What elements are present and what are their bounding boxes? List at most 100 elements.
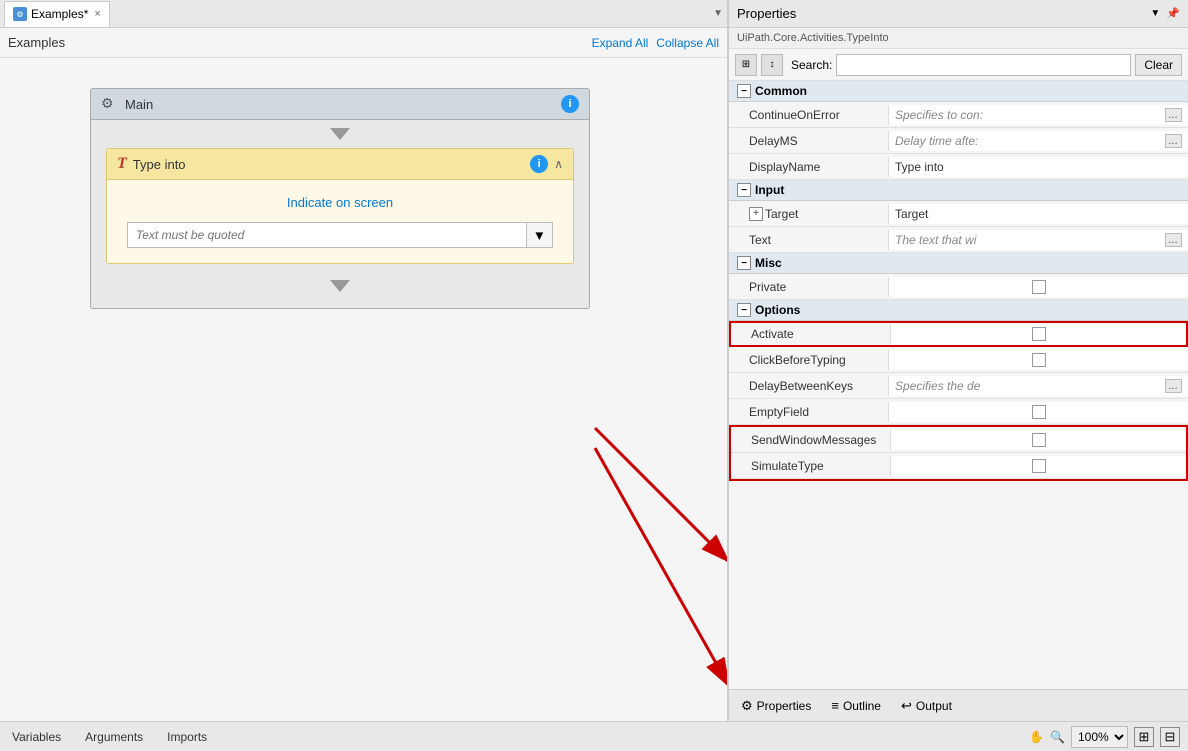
- canvas-area: ⚙ Main i T Type into i ∧: [0, 58, 727, 721]
- prop-row-delay-ms: DelayMS Delay time afte: ...: [729, 128, 1188, 154]
- properties-tab-label: Properties: [757, 699, 812, 713]
- output-tab-icon: ↩: [901, 698, 912, 714]
- expand-all-button[interactable]: Expand All: [592, 36, 649, 50]
- clear-button[interactable]: Clear: [1135, 54, 1182, 76]
- prop-name-text: Text: [729, 230, 889, 250]
- prop-ellipsis-delay-between-keys[interactable]: ...: [1165, 379, 1182, 393]
- prop-name-display-name: DisplayName: [729, 157, 889, 177]
- fit-selection-icon[interactable]: ⊟: [1160, 727, 1180, 747]
- prop-checkbox-empty-field[interactable]: [1032, 405, 1046, 419]
- main-container: ⚙ Examples* × ▼ Examples Expand All Coll…: [0, 0, 1188, 751]
- properties-search-input[interactable]: [836, 54, 1131, 76]
- props-pin-icon[interactable]: 📌: [1166, 7, 1180, 20]
- prop-value-continue-on-error[interactable]: Specifies to con: ...: [889, 105, 1188, 125]
- properties-table: − Common ContinueOnError Specifies to co…: [729, 81, 1188, 689]
- arguments-tab[interactable]: Arguments: [81, 728, 147, 746]
- section-input-label: Input: [755, 183, 784, 197]
- tab-dropdown-icon[interactable]: ▼: [713, 8, 723, 19]
- prop-name-target: +Target: [729, 204, 889, 224]
- fit-page-icon[interactable]: ⊞: [1134, 727, 1154, 747]
- prop-name-delay-ms: DelayMS: [729, 131, 889, 151]
- variables-tab[interactable]: Variables: [8, 728, 65, 746]
- prop-text-text: The text that wi: [895, 233, 976, 247]
- activity-info-icon[interactable]: i: [530, 155, 548, 173]
- props-dropdown-icon[interactable]: ▼: [1150, 8, 1160, 19]
- imports-tab[interactable]: Imports: [163, 728, 211, 746]
- right-panel-tabs: ⚙ Properties ≡ Outline ↩ Output: [729, 689, 1188, 721]
- triangle-down-icon-2: [330, 280, 350, 292]
- sequence-icon: ⚙: [101, 95, 119, 113]
- prop-checkbox-private[interactable]: [1032, 280, 1046, 294]
- props-icon-btn-1[interactable]: ⊞: [735, 54, 757, 76]
- sequence-info-icon[interactable]: i: [561, 95, 579, 113]
- search-icon[interactable]: 🔍: [1050, 730, 1065, 744]
- examples-tab[interactable]: ⚙ Examples* ×: [4, 1, 110, 27]
- prop-value-target[interactable]: Target: [889, 204, 1188, 224]
- prop-value-activate: [891, 324, 1186, 344]
- hand-icon[interactable]: ✋: [1029, 730, 1044, 744]
- prop-row-continue-on-error: ContinueOnError Specifies to con: ...: [729, 102, 1188, 128]
- properties-class-path: UiPath.Core.Activities.TypeInto: [729, 28, 1188, 49]
- prop-ellipsis-continue-on-error[interactable]: ...: [1165, 108, 1182, 122]
- prop-text-display-name: Type into: [895, 160, 944, 174]
- tab-bar: ⚙ Examples* × ▼: [0, 0, 727, 28]
- section-misc[interactable]: − Misc: [729, 253, 1188, 274]
- prop-value-empty-field: [889, 402, 1188, 422]
- type-into-activity: T Type into i ∧ Indicate on screen ▼: [106, 148, 574, 264]
- section-options-label: Options: [755, 303, 800, 317]
- prop-value-text[interactable]: The text that wi ...: [889, 230, 1188, 250]
- prop-checkbox-activate[interactable]: [1032, 327, 1046, 341]
- section-options[interactable]: − Options: [729, 300, 1188, 321]
- zoom-controls: ✋ 🔍 50% 75% 100% 125% 150% ⊞ ⊟: [1029, 726, 1180, 748]
- prop-value-click-before-typing: [889, 350, 1188, 370]
- prop-row-target: +Target Target: [729, 201, 1188, 227]
- prop-value-delay-ms[interactable]: Delay time afte: ...: [889, 131, 1188, 151]
- output-tab-label: Output: [916, 699, 952, 713]
- right-panel: Properties ▼ 📌 UiPath.Core.Activities.Ty…: [728, 0, 1188, 721]
- props-icon-btn-2[interactable]: ↕: [761, 54, 783, 76]
- prop-ellipsis-text[interactable]: ...: [1165, 233, 1182, 247]
- text-input-field[interactable]: [127, 222, 527, 248]
- prop-value-delay-between-keys[interactable]: Specifies the de ...: [889, 376, 1188, 396]
- prop-row-empty-field: EmptyField: [729, 399, 1188, 425]
- section-input[interactable]: − Input: [729, 180, 1188, 201]
- indicate-on-screen-link[interactable]: Indicate on screen: [127, 195, 553, 210]
- zoom-select[interactable]: 50% 75% 100% 125% 150%: [1071, 726, 1128, 748]
- text-input-dropdown-btn[interactable]: ▼: [527, 222, 553, 248]
- prop-row-delay-between-keys: DelayBetweenKeys Specifies the de ...: [729, 373, 1188, 399]
- highlighted-rows-group: SendWindowMessages SimulateType: [729, 425, 1188, 481]
- text-input-row: ▼: [127, 222, 553, 248]
- prop-text-delay-between-keys: Specifies the de: [895, 379, 980, 393]
- prop-name-private: Private: [729, 277, 889, 297]
- activity-header: T Type into i ∧: [107, 149, 573, 180]
- properties-toolbar: ⊞ ↕ Search: Clear: [729, 49, 1188, 81]
- prop-checkbox-send-window-messages[interactable]: [1032, 433, 1046, 447]
- activity-collapse-icon[interactable]: ∧: [554, 157, 563, 171]
- activity-title: Type into: [133, 157, 530, 172]
- sequence-header: ⚙ Main i: [91, 89, 589, 120]
- section-misc-expand[interactable]: −: [737, 256, 751, 270]
- prop-value-display-name[interactable]: Type into: [889, 157, 1188, 177]
- section-options-expand[interactable]: −: [737, 303, 751, 317]
- toolbar-title: Examples: [8, 35, 65, 50]
- prop-text-delay-ms: Delay time afte:: [895, 134, 978, 148]
- collapse-all-button[interactable]: Collapse All: [656, 36, 719, 50]
- tab-icon: ⚙: [13, 7, 27, 21]
- tab-outline[interactable]: ≡ Outline: [825, 696, 887, 715]
- prop-name-empty-field: EmptyField: [729, 402, 889, 422]
- section-common-label: Common: [755, 84, 807, 98]
- tab-properties[interactable]: ⚙ Properties: [735, 696, 817, 716]
- section-input-expand[interactable]: −: [737, 183, 751, 197]
- prop-checkbox-simulate-type[interactable]: [1032, 459, 1046, 473]
- prop-name-simulate-type: SimulateType: [731, 456, 891, 476]
- section-common[interactable]: − Common: [729, 81, 1188, 102]
- prop-target-expand[interactable]: +: [749, 207, 763, 221]
- tab-output[interactable]: ↩ Output: [895, 696, 958, 716]
- prop-checkbox-click-before-typing[interactable]: [1032, 353, 1046, 367]
- tab-close-icon[interactable]: ×: [94, 8, 100, 20]
- section-common-expand[interactable]: −: [737, 84, 751, 98]
- properties-title: Properties: [737, 6, 796, 21]
- prop-row-simulate-type: SimulateType: [731, 453, 1186, 479]
- prop-ellipsis-delay-ms[interactable]: ...: [1165, 134, 1182, 148]
- prop-name-click-before-typing: ClickBeforeTyping: [729, 350, 889, 370]
